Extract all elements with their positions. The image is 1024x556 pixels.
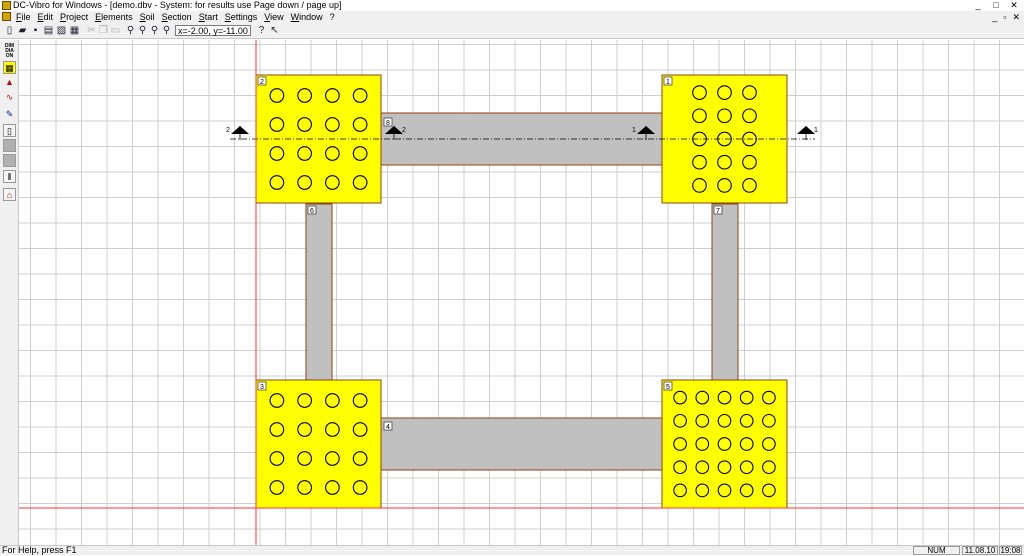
minimize-button[interactable]: _ <box>972 0 984 11</box>
paste-icon[interactable]: ▭ <box>110 25 121 36</box>
menu-project[interactable]: Project <box>60 11 88 23</box>
menu-soil[interactable]: Soil <box>140 11 155 23</box>
beam-8 <box>380 112 665 166</box>
status-bar: For Help, press F1 NUM 11.08.10 19:08 <box>0 545 1024 555</box>
date-indicator: 11.08.10 <box>962 546 998 555</box>
foundation-label: 1 <box>666 79 670 86</box>
close-button[interactable]: ✕ <box>1008 0 1020 11</box>
beam-label: 4 <box>386 424 390 431</box>
mdi-restore-button[interactable]: ▫ <box>1003 11 1006 23</box>
section-marker-label: 1 <box>814 127 818 134</box>
help-icon[interactable]: ? <box>256 25 267 36</box>
foundation-1 <box>661 74 788 204</box>
print-preview-icon[interactable]: ▧ <box>56 25 67 36</box>
menu-help[interactable]: ? <box>330 11 335 23</box>
menu-start[interactable]: Start <box>199 11 218 23</box>
app-icon <box>2 1 11 10</box>
help-hint: For Help, press F1 <box>2 545 77 555</box>
calculate-icon[interactable]: ▦ <box>69 25 80 36</box>
mdi-minimize-button[interactable]: _ <box>992 11 997 23</box>
menu-edit[interactable]: Edit <box>38 11 54 23</box>
pencil-tool-icon[interactable]: ✎ <box>3 108 16 121</box>
title-bar: DC-Vibro for Windows - [demo.dbv - Syste… <box>0 0 1024 11</box>
on-label: ON <box>5 53 14 59</box>
beam-label: 8 <box>386 120 390 127</box>
beam-label: 7 <box>716 208 720 215</box>
foundation-label: 3 <box>260 384 264 391</box>
foundation-5 <box>661 379 788 509</box>
print-icon[interactable]: ▤ <box>43 25 54 36</box>
beam-7 <box>711 203 739 383</box>
copy-icon[interactable]: ❐ <box>98 25 109 36</box>
context-help-icon[interactable]: ↖ <box>269 25 280 36</box>
coordinate-display: x=-2.00, y=-11.00 <box>175 25 251 36</box>
menu-elements[interactable]: Elements <box>95 11 133 23</box>
new-file-icon[interactable]: ▯ <box>4 25 15 36</box>
section-marker-label: 2 <box>226 127 230 134</box>
zoom-fit-icon[interactable]: ⚲ <box>161 25 172 36</box>
zoom-icon[interactable]: ⚲ <box>125 25 136 36</box>
vibration-curve-icon[interactable]: ∿ <box>3 91 16 104</box>
window-controls: _ □ ✕ <box>972 0 1020 11</box>
foundation-label: 2 <box>260 79 264 86</box>
zoom-out-icon[interactable]: ⚲ <box>149 25 160 36</box>
document-icon[interactable] <box>2 12 11 21</box>
section-marker-label: 2 <box>402 127 406 134</box>
window-title: DC-Vibro for Windows - [demo.dbv - Syste… <box>13 0 342 10</box>
menu-view[interactable]: View <box>264 11 283 23</box>
menu-window[interactable]: Window <box>291 11 323 23</box>
menu-file[interactable]: File <box>16 11 31 23</box>
document-tool-icon[interactable]: ▯ <box>3 124 16 137</box>
cut-icon[interactable]: ✂ <box>86 25 97 36</box>
toolbar: ▯ ▰ ▪ ▤ ▧ ▦ ✂ ❐ ▭ ⚲ ⚲ ⚲ ⚲ x=-2.00, y=-11… <box>0 23 1024 39</box>
beam-4 <box>380 417 665 471</box>
mdi-close-button[interactable]: ✕ <box>1012 11 1020 23</box>
section-marker-label: 1 <box>632 127 636 134</box>
drawing-canvas[interactable]: 8 4 6 7 1 2 3 5 1 1 2 2 <box>19 40 1024 545</box>
open-folder-icon[interactable]: ▰ <box>17 25 28 36</box>
menu-settings[interactable]: Settings <box>225 11 258 23</box>
pile-row-icon[interactable]: ⦀ <box>3 170 16 183</box>
num-lock-indicator: NUM <box>913 546 960 555</box>
save-icon[interactable]: ▪ <box>30 25 41 36</box>
foundation-3 <box>255 379 382 509</box>
maximize-button[interactable]: □ <box>990 0 1002 11</box>
tool-sidebar: DIM DIA ON ▦ ▲ ∿ ✎ ▯ ⦀ ⌂ <box>0 40 19 545</box>
menu-bar: File Edit Project Elements Soil Section … <box>0 11 1024 23</box>
gray-tool-2-icon[interactable] <box>3 154 16 167</box>
menu-section[interactable]: Section <box>162 11 192 23</box>
beam-6 <box>305 203 333 383</box>
excitation-tool-icon[interactable]: ▲ <box>3 76 16 89</box>
dim-dia-on-button[interactable]: DIM DIA ON <box>3 44 16 60</box>
beam-label: 6 <box>310 208 314 215</box>
foundation-tool-icon[interactable]: ▦ <box>3 61 16 74</box>
drawing-svg[interactable]: 8 4 6 7 1 2 3 5 1 1 2 2 <box>19 40 1024 545</box>
pointer-tool-icon[interactable]: ⌂ <box>3 188 16 201</box>
time-indicator: 19:08 <box>999 546 1022 555</box>
zoom-in-icon[interactable]: ⚲ <box>137 25 148 36</box>
gray-tool-icon[interactable] <box>3 139 16 152</box>
foundation-label: 5 <box>666 384 670 391</box>
